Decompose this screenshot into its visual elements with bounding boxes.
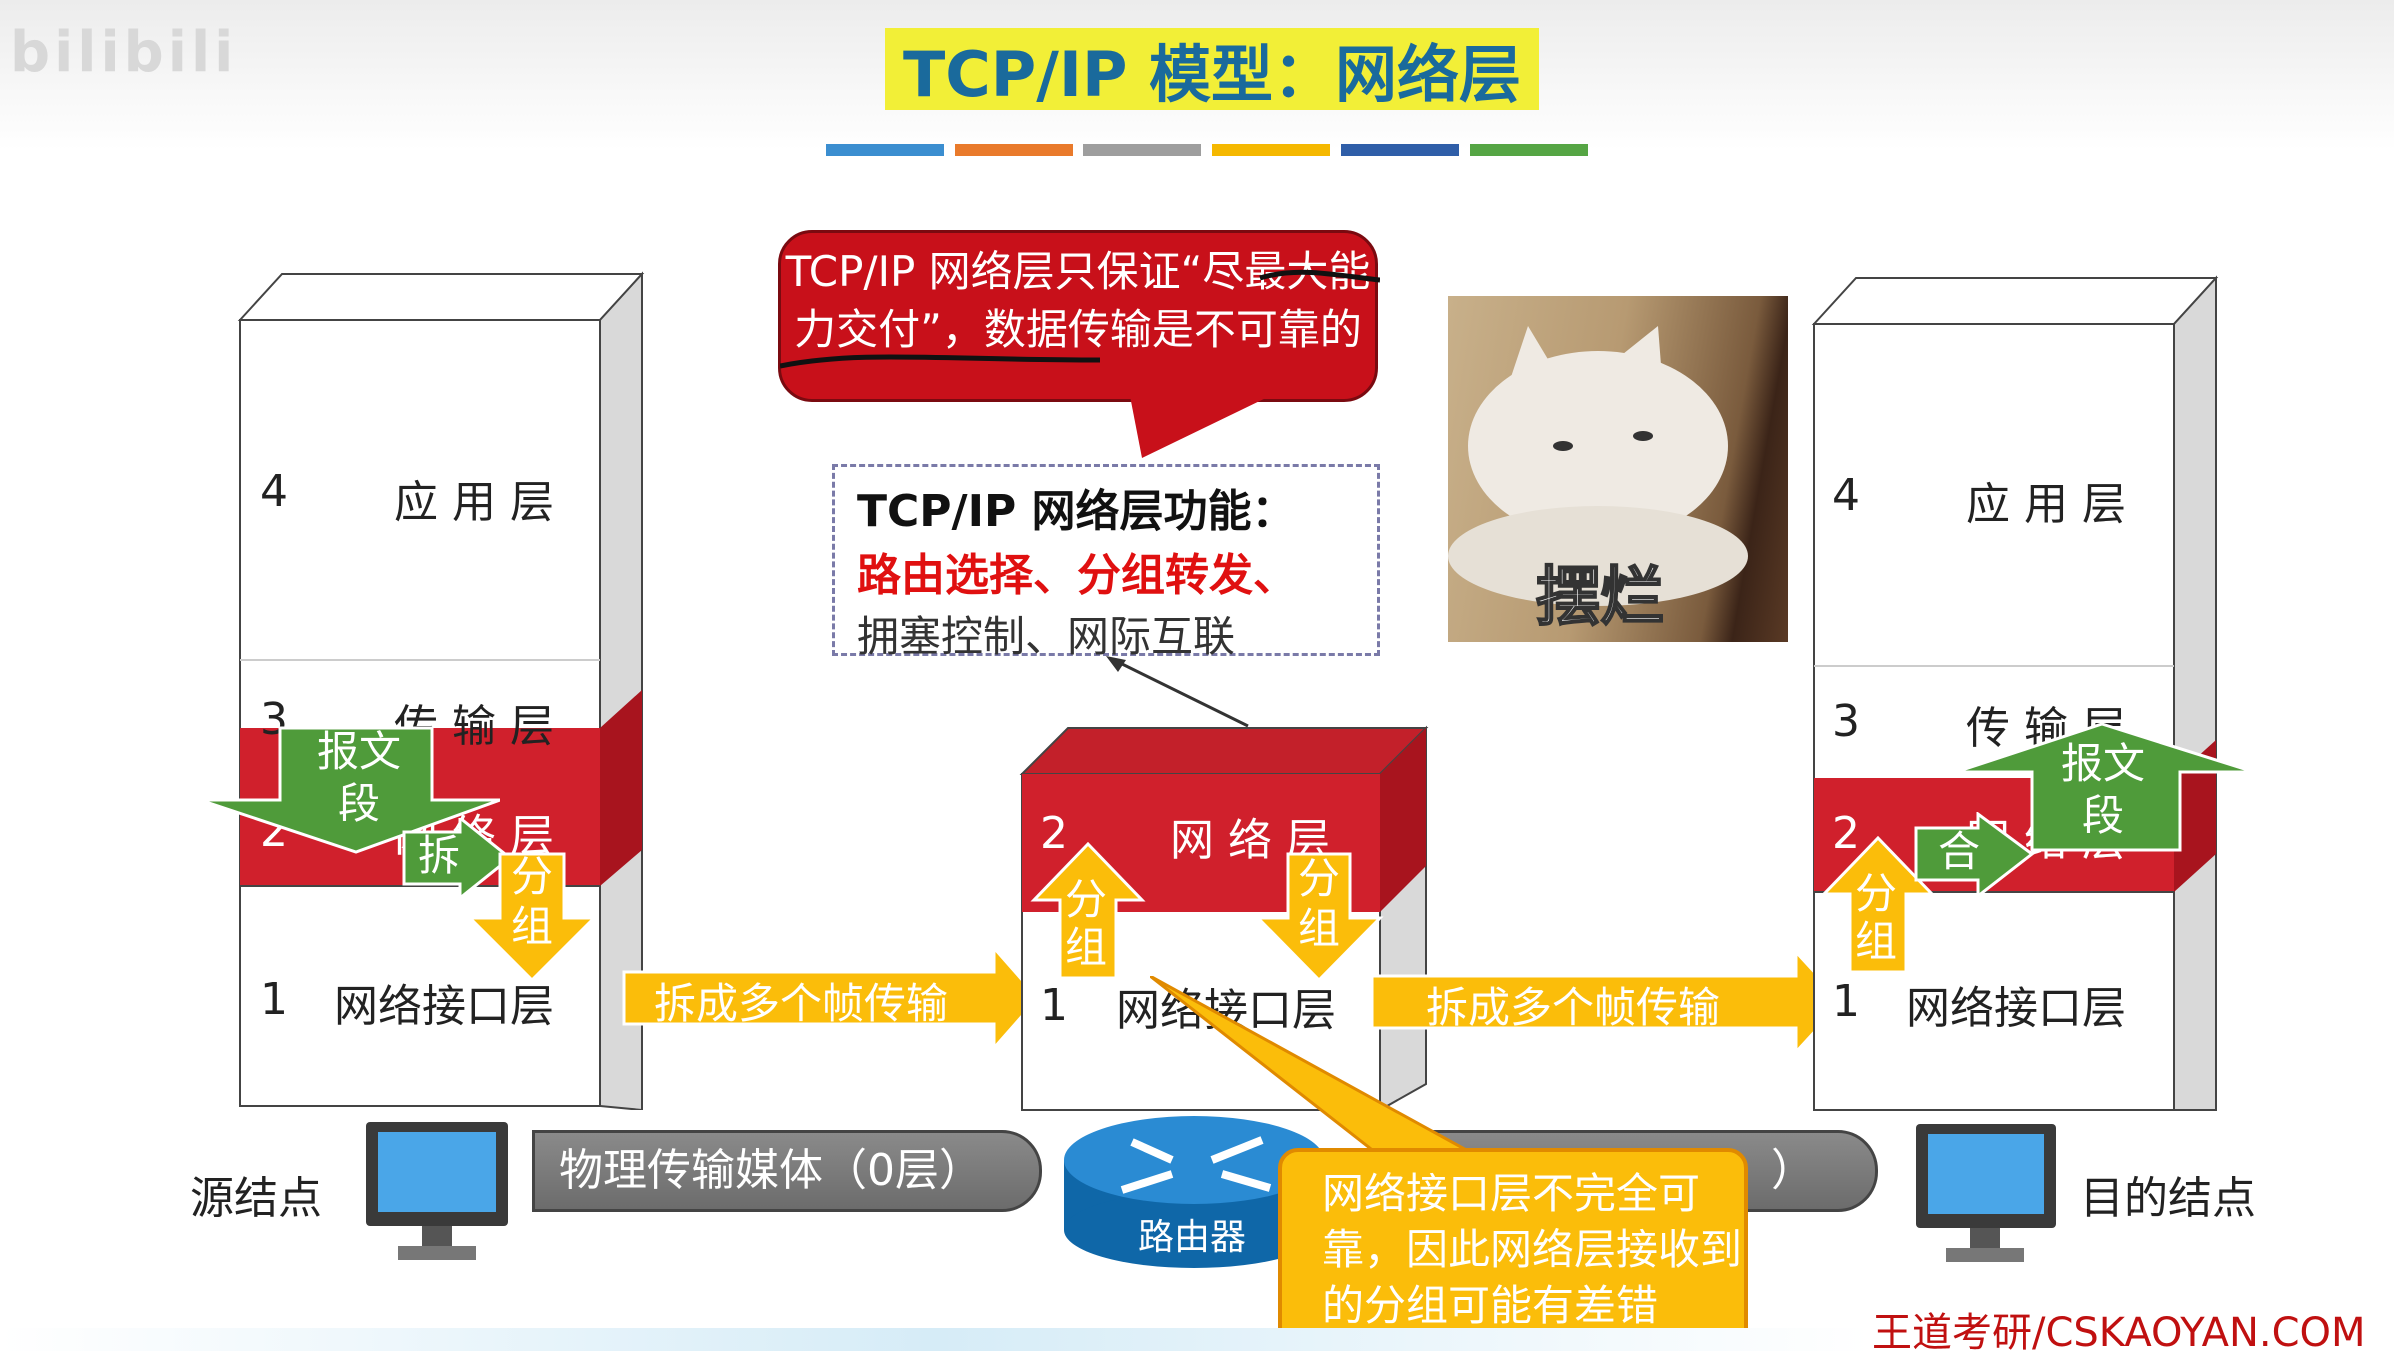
destination-node-label: 目的结点 — [2080, 1173, 2256, 1224]
link-layer-note-text: 网络接口层不完全可靠，因此网络层接收到的分组可能有差错 — [1322, 1169, 1743, 1330]
function-rest: 拥塞控制、网际互联 — [857, 612, 1236, 661]
layer-number: 1 — [260, 974, 288, 1025]
layer-number: 3 — [1832, 696, 1860, 747]
cat-meme-image: 摆烂 — [1448, 296, 1788, 642]
layer-label-application: 应 用 层 — [1966, 479, 2126, 530]
packet-label: 分组 — [1064, 875, 1107, 972]
link-layer-note: 网络接口层不完全可靠，因此网络层接收到的分组可能有差错 — [1278, 1148, 1748, 1348]
pointer-arrow — [1106, 656, 1249, 728]
title-bar-segment — [1083, 144, 1201, 156]
split-label: 拆 — [418, 831, 461, 880]
title-bar-segment — [1212, 144, 1330, 156]
router-label: 路由器 — [1138, 1217, 1247, 1258]
function-highlight: 路由选择、分组转发、 — [857, 550, 1297, 601]
segment-label: 报文段 — [2060, 739, 2145, 840]
title-bar-segment — [1470, 144, 1588, 156]
packet-label: 分组 — [1854, 869, 1897, 966]
layer-number: 1 — [1832, 976, 1860, 1027]
physical-medium-label-right: ） — [1771, 1145, 1815, 1196]
bottom-decoration — [0, 1328, 1870, 1351]
title-bar-segment — [1341, 144, 1459, 156]
note-pointer — [1150, 976, 1476, 1158]
layer-number: 4 — [1832, 470, 1860, 521]
layer-label-link: 网络接口层 — [1906, 983, 2126, 1034]
physical-medium-cable: 物理传输媒体（0层） — [532, 1130, 1042, 1212]
handwritten-underline — [780, 269, 1380, 369]
source-node-label: 源结点 — [190, 1173, 322, 1224]
function-title: TCP/IP 网络层功能： — [857, 486, 1296, 537]
title-bar-segment — [826, 144, 944, 156]
packet-label: 分组 — [510, 852, 553, 951]
title-bar-segment — [955, 144, 1073, 156]
watermark-logo: bilibili — [10, 20, 238, 85]
source-computer-icon — [366, 1122, 508, 1260]
layer-label-application: 应 用 层 — [394, 477, 554, 528]
layer-number: 4 — [260, 466, 288, 517]
network-function-box: TCP/IP 网络层功能： 路由选择、分组转发、 拥塞控制、网际互联 — [832, 464, 1380, 661]
meme-caption: 摆烂 — [1535, 560, 1665, 636]
frames-label: 拆成多个帧传输 — [654, 979, 949, 1028]
layer-number: 1 — [1040, 980, 1068, 1031]
physical-medium-label: 物理传输媒体（0层） — [559, 1145, 983, 1196]
segment-label: 报文段 — [316, 727, 401, 828]
destination-computer-icon — [1916, 1124, 2056, 1262]
footer-brand: 王道考研/CSKAOYAN.COM — [1872, 1310, 2366, 1356]
packet-label: 分组 — [1297, 854, 1340, 953]
slide-title: TCP/IP 模型：网络层 — [885, 28, 1539, 111]
callout-tail — [1130, 396, 1270, 458]
